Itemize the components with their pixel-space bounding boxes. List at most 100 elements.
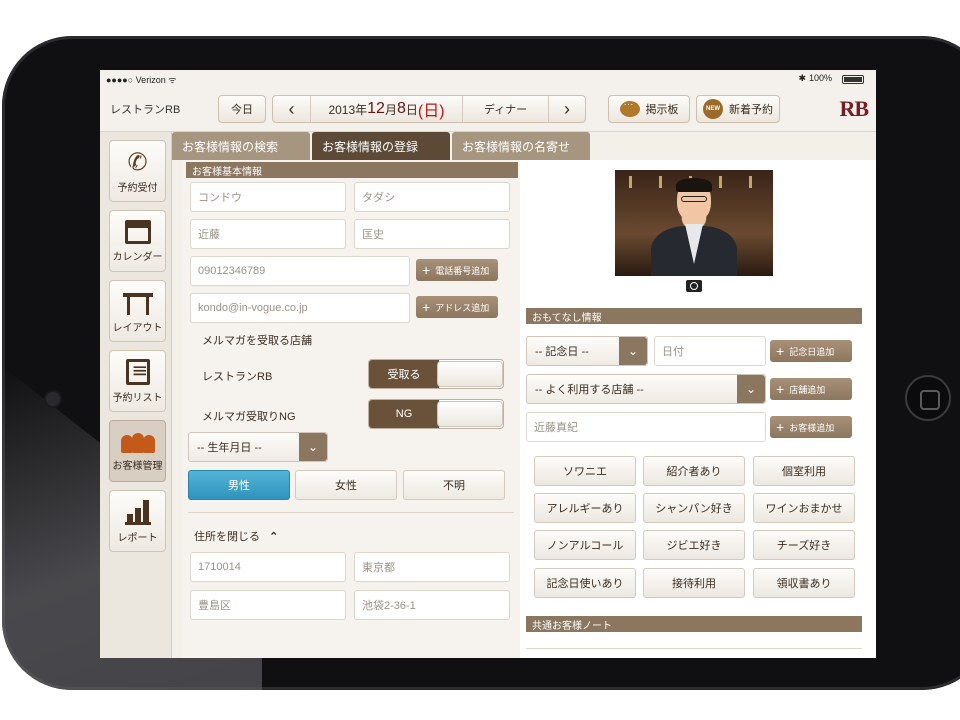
add-store-button[interactable]: + 店舗追加 xyxy=(770,378,852,400)
street-input[interactable]: 池袋2-36-1 xyxy=(354,590,510,620)
tab-bar: お客様情報の検索 お客様情報の登録 お客様情報の名寄せ xyxy=(172,132,876,160)
new-reservation-button[interactable]: NEW 新着予約 xyxy=(696,95,780,123)
gender-female-button[interactable]: 女性 xyxy=(295,470,397,500)
front-camera xyxy=(46,392,60,406)
related-customer-input[interactable]: 近藤真紀 xyxy=(526,412,766,442)
tab-customer-search[interactable]: お客様情報の検索 xyxy=(172,132,310,160)
carrier-label: ●●●●○ Verizon ᯤ xyxy=(106,75,177,85)
chevron-down-icon: ⌄ xyxy=(737,375,765,403)
plus-icon: + xyxy=(422,262,431,278)
tag-button-cheese[interactable]: チーズ好き xyxy=(753,530,855,560)
brand-logo: RB xyxy=(839,96,869,121)
chevron-down-icon: ⌄ xyxy=(619,337,647,365)
notes-header: 共通お客様ノート xyxy=(526,616,862,632)
tag-button-anniversary-use[interactable]: 記念日使いあり xyxy=(534,568,636,598)
section-divider xyxy=(188,512,514,513)
toggle-knob xyxy=(437,401,503,427)
anniversary-date-input[interactable]: 日付 xyxy=(654,336,766,366)
newsletter-ng-toggle[interactable]: NG xyxy=(368,399,504,429)
calendar-icon xyxy=(124,219,151,244)
tag-button-allergy[interactable]: アレルギーあり xyxy=(534,493,636,523)
meal-period-button[interactable]: ディナー xyxy=(463,96,549,122)
customers-icon xyxy=(120,431,155,453)
city-input[interactable]: 豊島区 xyxy=(190,590,346,620)
camera-icon[interactable] xyxy=(686,280,702,292)
add-phone-button[interactable]: + 電話番号追加 xyxy=(416,259,498,281)
newsletter-ng-label: メルマガ受取りNG xyxy=(202,411,296,423)
sidebar-item-report[interactable]: レポート xyxy=(109,490,166,552)
hospitality-panel: おもてなし情報 -- 記念日 -- ⌄ 日付 + 記念日追加 -- よく利用する店… xyxy=(520,160,876,658)
tag-button-gibier[interactable]: ジビエ好き xyxy=(643,530,745,560)
kana-first-name-input[interactable]: タダシ xyxy=(354,182,510,212)
report-icon xyxy=(124,499,151,525)
toggle-knob xyxy=(437,361,503,387)
today-button[interactable]: 今日 xyxy=(218,95,266,123)
tag-button-non-alcohol[interactable]: ノンアルコール xyxy=(534,530,636,560)
gender-unknown-button[interactable]: 不明 xyxy=(403,470,505,500)
add-customer-button[interactable]: + お客様追加 xyxy=(770,416,852,438)
phone-icon: ✆ xyxy=(127,147,148,176)
phone-input[interactable]: 09012346789 xyxy=(190,256,410,286)
new-badge-icon: NEW xyxy=(703,99,723,119)
store-name-label: レストランRB xyxy=(202,371,273,383)
sidebar-item-customers[interactable]: お客様管理 xyxy=(109,420,166,482)
hospitality-header: おもてなし情報 xyxy=(526,308,862,324)
tag-button-referral[interactable]: 紹介者あり xyxy=(643,456,745,486)
newsletter-receive-toggle[interactable]: 受取る xyxy=(368,359,504,389)
postal-code-input[interactable]: 1710014 xyxy=(190,552,346,582)
add-anniversary-button[interactable]: + 記念日追加 xyxy=(770,340,852,362)
chevron-up-icon: ⌃ xyxy=(269,531,279,543)
date-navigator: ‹ 2013年 12 月 8 日 (日) ディナー › xyxy=(272,95,586,123)
tab-customer-merge[interactable]: お客様情報の名寄せ xyxy=(452,132,590,160)
chevron-down-icon: ⌄ xyxy=(299,433,327,461)
gender-male-button[interactable]: 男性 xyxy=(188,470,290,500)
basic-info-header: お客様基本情報 xyxy=(186,162,518,178)
notes-area-top xyxy=(526,648,862,649)
current-date[interactable]: 2013年 12 月 8 日 (日) xyxy=(311,96,463,122)
newsletter-stores-label: メルマガを受取る店舗 xyxy=(202,335,312,347)
bulletin-board-button[interactable]: 掲示板 xyxy=(608,95,690,123)
plus-icon: + xyxy=(422,299,431,315)
sidebar-item-layout[interactable]: レイアウト xyxy=(109,280,166,342)
bluetooth-icon: ✱ xyxy=(798,73,806,83)
home-button[interactable] xyxy=(905,375,951,421)
app-title: レストランRB xyxy=(110,104,181,116)
email-input[interactable]: kondo@in-vogue.co.jp xyxy=(190,293,410,323)
prefecture-input[interactable]: 東京都 xyxy=(354,552,510,582)
tag-button-private-room[interactable]: 個室利用 xyxy=(753,456,855,486)
first-name-input[interactable]: 匡史 xyxy=(354,219,510,249)
tab-customer-register[interactable]: お客様情報の登録 xyxy=(312,132,450,160)
status-bar: ●●●●○ Verizon ᯤ ✱ 100% xyxy=(100,70,876,88)
top-toolbar: レストランRB 今日 ‹ 2013年12月8日(日) ディナー › 掲示板 NE… xyxy=(100,88,876,132)
tag-button-champagne[interactable]: シャンパン好き xyxy=(643,493,745,523)
prev-day-button[interactable]: ‹ xyxy=(273,96,311,122)
anniversary-select[interactable]: -- 記念日 -- ⌄ xyxy=(526,336,648,366)
chevron-left-icon: ‹ xyxy=(288,98,295,119)
tag-button-receipt[interactable]: 領収書あり xyxy=(753,568,855,598)
tag-button-wine-omakase[interactable]: ワインおまかせ xyxy=(753,493,855,523)
battery-icon xyxy=(842,75,864,84)
plus-icon: + xyxy=(776,343,785,359)
sidebar-item-reservation-list[interactable]: 予約リスト xyxy=(109,350,166,412)
speech-bubble-icon xyxy=(619,99,640,117)
plus-icon: + xyxy=(776,419,785,435)
tag-button-sommelier[interactable]: ソワニエ xyxy=(534,456,636,486)
sidebar-item-calendar[interactable]: カレンダー xyxy=(109,210,166,272)
add-address-button[interactable]: + アドレス追加 xyxy=(416,296,498,318)
chevron-right-icon: › xyxy=(564,98,570,119)
plus-icon: + xyxy=(776,381,785,397)
birthday-select[interactable]: -- 生年月日 -- ⌄ xyxy=(188,432,328,462)
sidebar: ✆ 予約受付 カレンダー レイアウト 予約リスト お客様管理 レポート xyxy=(100,132,172,658)
basic-info-panel: お客様基本情報 コンドウ タダシ 近藤 匡史 09012346789 + 電話番号… xyxy=(182,160,520,658)
kana-last-name-input[interactable]: コンドウ xyxy=(190,182,346,212)
sidebar-item-reservation[interactable]: ✆ 予約受付 xyxy=(109,140,166,202)
last-name-input[interactable]: 近藤 xyxy=(190,219,346,249)
table-layout-icon xyxy=(122,292,153,315)
customer-photo[interactable] xyxy=(615,170,773,276)
next-day-button[interactable]: › xyxy=(549,96,585,122)
address-collapse-toggle[interactable]: 住所を閉じる ⌃ xyxy=(194,528,278,544)
list-icon xyxy=(125,358,150,385)
favorite-store-select[interactable]: -- よく利用する店舗 -- ⌄ xyxy=(526,374,766,404)
battery-percent: 100% xyxy=(808,73,832,83)
tag-button-business-entertainment[interactable]: 接待利用 xyxy=(643,568,745,598)
